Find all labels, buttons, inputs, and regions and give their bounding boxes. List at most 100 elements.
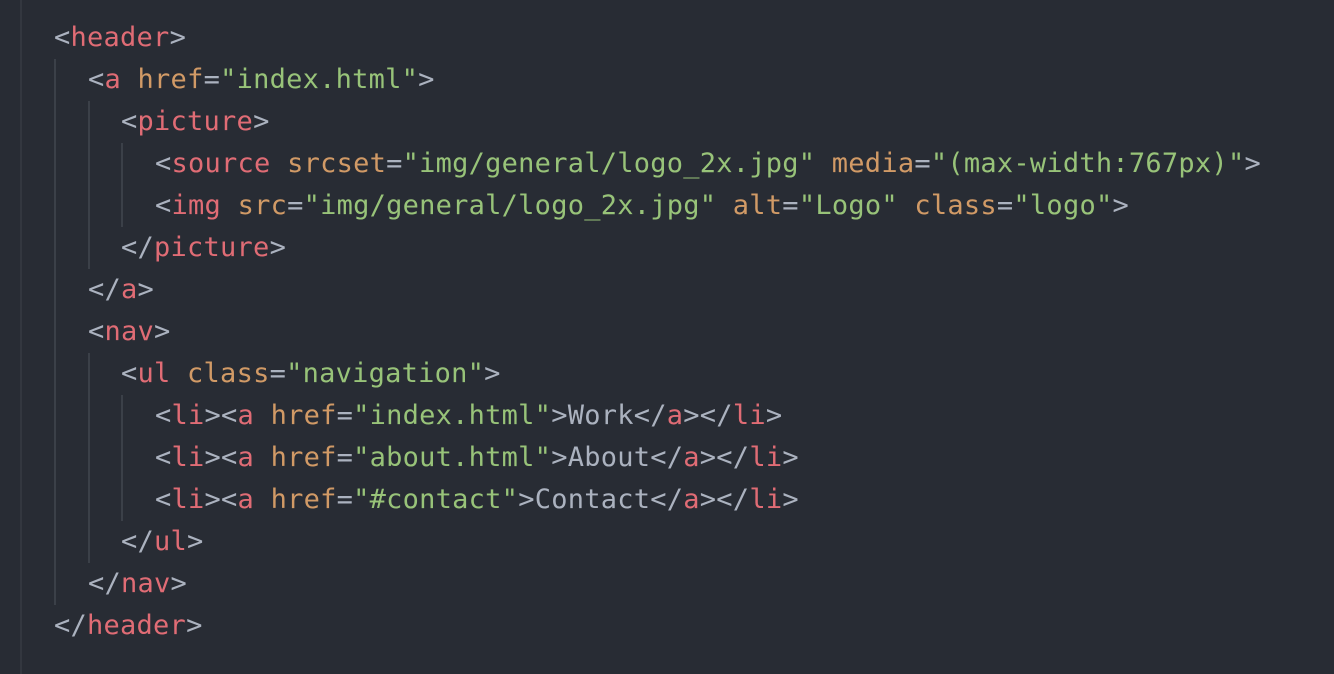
indent-guide: [54, 395, 56, 437]
punctuation: =: [336, 400, 354, 431]
punctuation: <: [88, 64, 105, 95]
punctuation: <: [121, 106, 138, 137]
tag-name: a: [683, 484, 700, 515]
code-line-text: <header>: [54, 17, 186, 59]
attribute-value: "logo": [1013, 190, 1113, 221]
punctuation: >: [170, 568, 188, 599]
indent-guide: [88, 395, 90, 437]
attribute-value: "Logo": [798, 190, 898, 221]
punctuation: =: [336, 484, 354, 515]
punctuation: [254, 442, 271, 473]
tag-name: a: [104, 64, 122, 95]
tag-name: li: [749, 442, 783, 473]
code-line-text: <source srcset="img/general/logo_2x.jpg"…: [155, 143, 1261, 185]
indent-guide: [88, 353, 90, 395]
punctuation: [898, 190, 915, 221]
indent-guide: [54, 227, 56, 269]
indent-guide: [54, 185, 56, 227]
indent-guide: [88, 143, 90, 185]
punctuation: <: [155, 442, 172, 473]
tag-name: a: [237, 442, 255, 473]
indent-guide: [54, 437, 56, 479]
punctuation: >: [418, 64, 435, 95]
indent-guide: [88, 227, 90, 269]
punctuation: <: [155, 400, 172, 431]
tag-name: a: [666, 400, 684, 431]
punctuation: =: [203, 64, 221, 95]
attribute-name: class: [187, 358, 270, 389]
tag-name: nav: [121, 568, 171, 599]
code-line-text: <li><a href="#contact">Contact</a></li>: [155, 479, 799, 521]
attribute-name: href: [270, 442, 337, 473]
punctuation: </: [633, 400, 667, 431]
indent-guide: [54, 479, 56, 521]
indent-guide: [54, 353, 56, 395]
tag-name: picture: [137, 106, 254, 137]
punctuation: >: [137, 274, 155, 305]
code-line-text: </picture>: [121, 227, 286, 269]
code-line-text: <nav>: [88, 311, 171, 353]
punctuation: >: [1112, 190, 1129, 221]
attribute-value: "#contact": [353, 484, 519, 515]
punctuation: >: [484, 358, 501, 389]
text-content: Work: [567, 400, 634, 431]
tag-name: picture: [154, 232, 270, 263]
punctuation: ></: [699, 442, 750, 473]
punctuation: ><: [204, 400, 238, 431]
punctuation: >: [187, 526, 204, 557]
attribute-value: "index.html": [220, 64, 419, 95]
gutter-divider: [20, 0, 22, 674]
punctuation: >: [169, 22, 187, 53]
punctuation: <: [155, 190, 172, 221]
tag-name: header: [87, 610, 187, 641]
punctuation: ></: [683, 400, 733, 431]
tag-name: a: [121, 274, 138, 305]
punctuation: =: [914, 148, 931, 179]
tag-name: li: [749, 484, 783, 515]
punctuation: >: [253, 106, 270, 137]
indent-guide: [54, 563, 56, 605]
punctuation: [121, 64, 138, 95]
code-line-text: <ul class="navigation">: [121, 353, 501, 395]
text-content: About: [567, 442, 651, 473]
attribute-value: "img/general/logo_2x.jpg": [303, 190, 717, 221]
punctuation: </: [54, 610, 88, 641]
text-content: Contact: [534, 484, 651, 515]
attribute-name: src: [237, 190, 288, 221]
code-line-text: </nav>: [88, 563, 187, 605]
punctuation: =: [782, 190, 799, 221]
attribute-name: media: [831, 148, 915, 179]
tag-name: a: [237, 484, 255, 515]
attribute-name: href: [137, 64, 204, 95]
indent-guide: [121, 437, 123, 479]
punctuation: ><: [204, 442, 238, 473]
punctuation: </: [88, 274, 122, 305]
indent-guide: [54, 311, 56, 353]
attribute-value: "img/general/logo_2x.jpg": [402, 148, 816, 179]
code-line-text: </header>: [54, 605, 203, 647]
attribute-name: srcset: [287, 148, 387, 179]
tag-name: a: [683, 442, 700, 473]
punctuation: </: [650, 484, 684, 515]
punctuation: <: [121, 358, 138, 389]
code-line-text: <a href="index.html">: [88, 59, 435, 101]
code-line-text: <picture>: [121, 101, 270, 143]
punctuation: =: [269, 358, 287, 389]
tag-name: img: [171, 190, 222, 221]
punctuation: =: [287, 190, 304, 221]
punctuation: [221, 190, 238, 221]
punctuation: <: [155, 148, 172, 179]
punctuation: >: [782, 442, 799, 473]
tag-name: ul: [154, 526, 188, 557]
punctuation: ></: [699, 484, 750, 515]
attribute-name: alt: [732, 190, 783, 221]
punctuation: </: [88, 568, 122, 599]
tag-name: source: [171, 148, 271, 179]
punctuation: =: [386, 148, 403, 179]
indent-guide: [121, 185, 123, 227]
punctuation: [254, 484, 271, 515]
tag-name: li: [171, 400, 205, 431]
attribute-name: href: [270, 400, 337, 431]
punctuation: <: [155, 484, 172, 515]
code-editor[interactable]: <header> <a href="index.html"> <picture> <s…: [0, 0, 1334, 674]
